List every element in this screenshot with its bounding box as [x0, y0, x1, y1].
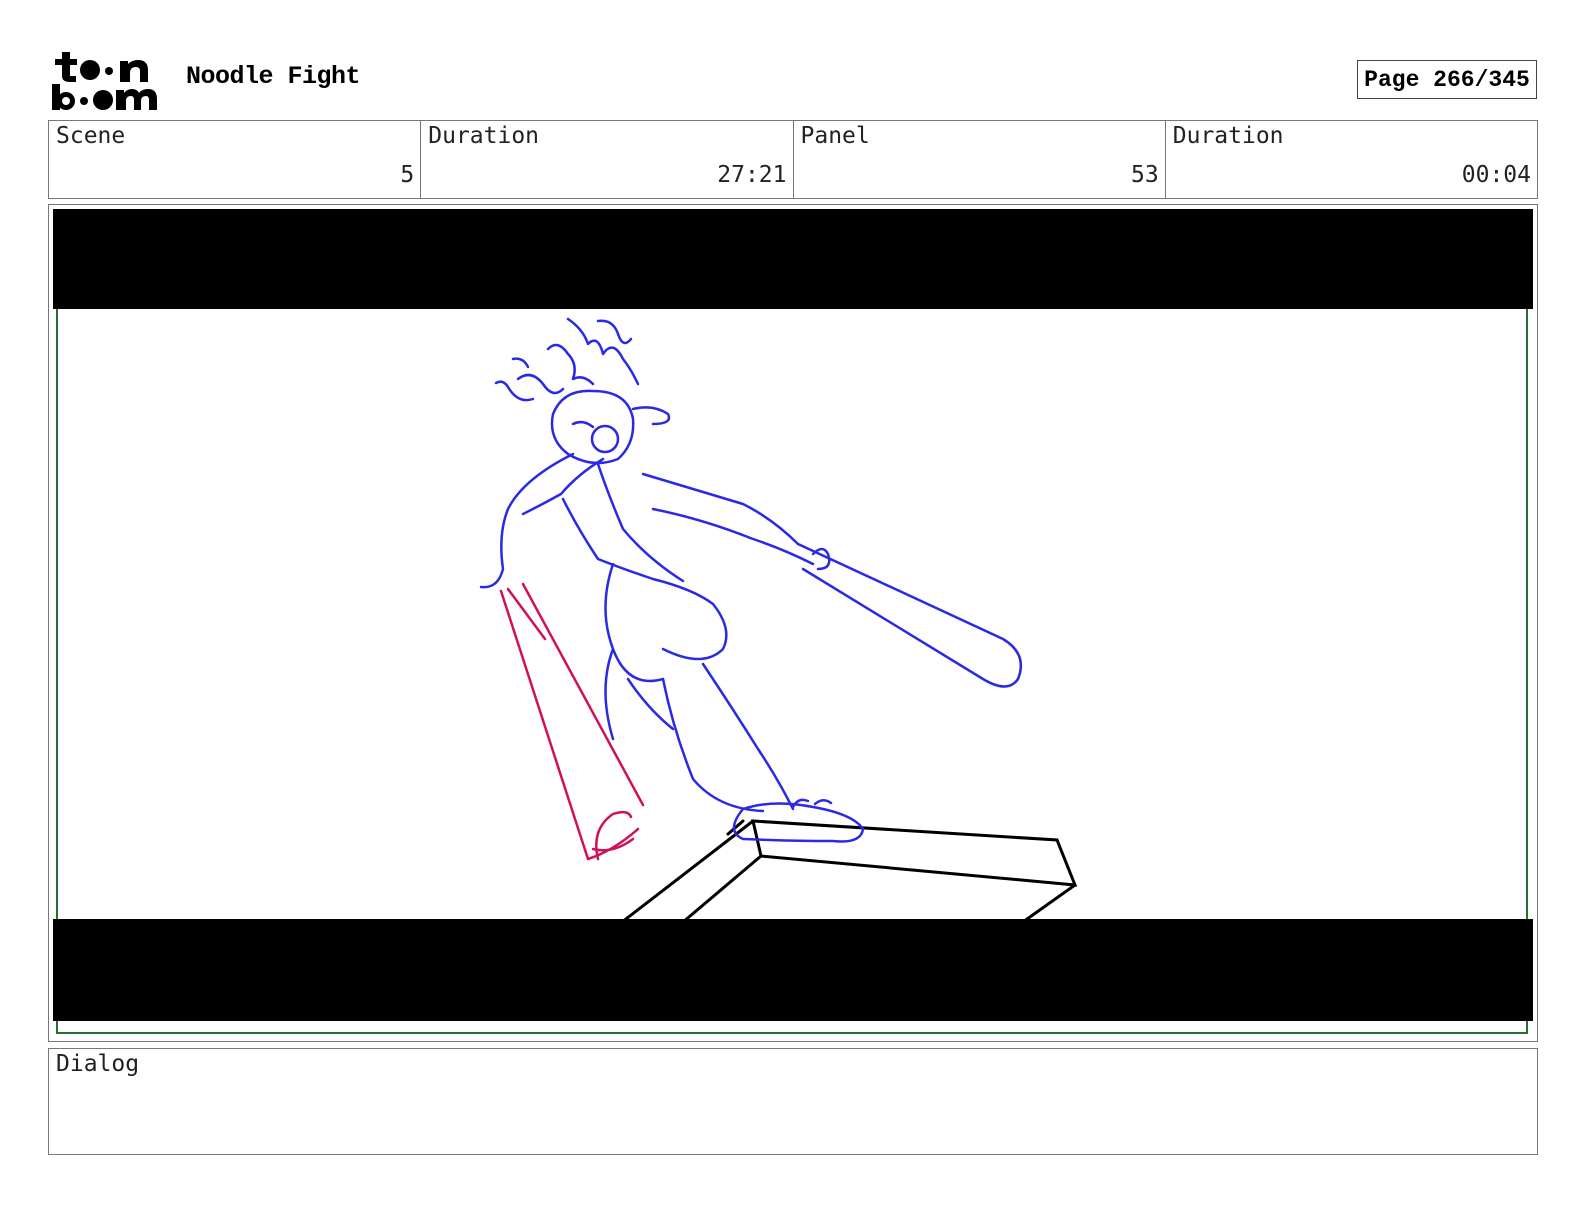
letterbox-bottom: [53, 919, 1533, 1021]
dialog-box: Dialog: [48, 1048, 1538, 1155]
panel-duration-value: 00:04: [1461, 162, 1531, 188]
dialog-label: Dialog: [56, 1051, 140, 1077]
scene-duration-value: 27:21: [717, 162, 787, 188]
panel-cell: Panel 53: [794, 121, 1166, 198]
toonboom-logo: [52, 52, 157, 110]
panel-info-row: Scene 5 Duration 27:21 Panel 53 Duration…: [48, 120, 1538, 199]
page-indicator: Page 266/345: [1357, 60, 1537, 99]
scene-cell: Scene 5: [49, 121, 422, 198]
panel-label: Panel: [800, 123, 870, 149]
panel-duration-label: Duration: [1172, 123, 1284, 149]
storyboard-sketch-image: [53, 209, 1533, 1037]
scene-value: 5: [400, 162, 415, 188]
project-title: Noodle Fight: [186, 62, 361, 91]
scene-duration-label: Duration: [428, 123, 540, 149]
letterbox-top: [53, 209, 1533, 309]
scene-duration-cell: Duration 27:21: [421, 121, 794, 198]
panel-value: 53: [1131, 162, 1159, 188]
scene-label: Scene: [56, 123, 126, 149]
panel-duration-cell: Duration 00:04: [1166, 121, 1537, 198]
